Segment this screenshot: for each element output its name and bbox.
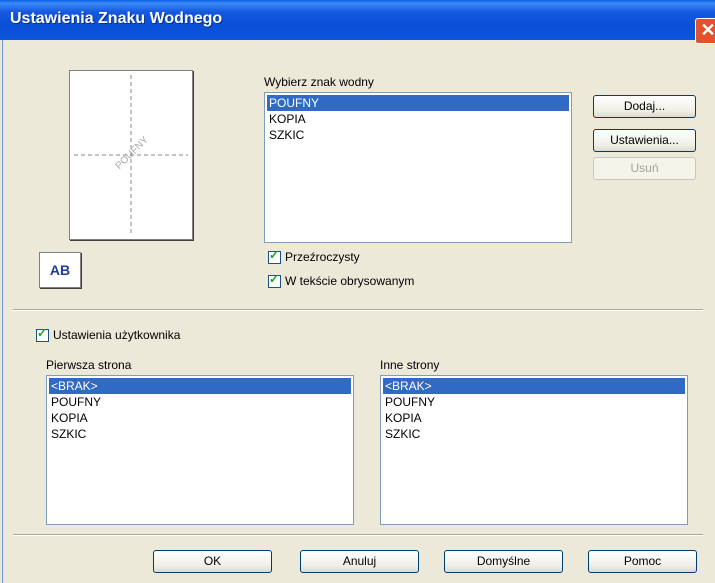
preview-canvas: POUFNY [74, 75, 188, 235]
help-button[interactable]: Pomoc [588, 550, 697, 573]
divider [13, 309, 703, 311]
checkbox-box[interactable]: ✓ [36, 326, 49, 342]
first-page-listbox[interactable]: <BRAK> POUFNY KOPIA SZKIC [46, 375, 354, 525]
list-item[interactable]: POUFNY [381, 394, 687, 410]
watermark-list-label: Wybierz znak wodny [264, 75, 374, 89]
watermark-preview: POUFNY [69, 70, 193, 240]
list-item[interactable]: SZKIC [47, 426, 353, 442]
check-mark-icon: ✓ [37, 326, 48, 340]
list-item[interactable]: KOPIA [265, 111, 571, 127]
list-item[interactable]: SZKIC [265, 127, 571, 143]
preview-watermark-text: POUFNY [114, 134, 151, 171]
list-item[interactable]: KOPIA [381, 410, 687, 426]
checkbox-box[interactable]: ✓ [268, 248, 281, 264]
custom-settings-checkbox[interactable]: ✓ Ustawienia użytkownika [36, 326, 181, 342]
text-style-icon: AB [39, 252, 81, 288]
transparent-checkbox[interactable]: ✓ Przeźroczysty [268, 248, 360, 264]
other-pages-listbox[interactable]: <BRAK> POUFNY KOPIA SZKIC [380, 375, 688, 525]
ok-button[interactable]: OK [153, 550, 272, 573]
list-item[interactable]: POUFNY [47, 394, 353, 410]
footer-divider [13, 534, 703, 536]
cancel-button[interactable]: Anuluj [300, 550, 419, 573]
other-pages-label: Inne strony [380, 358, 440, 372]
settings-button[interactable]: Ustawienia... [593, 129, 696, 152]
transparent-label: Przeźroczysty [285, 250, 360, 264]
watermark-listbox[interactable]: POUFNY KOPIA SZKIC [264, 92, 572, 243]
list-item[interactable]: <BRAK> [49, 378, 351, 394]
check-mark-icon: ✓ [269, 272, 280, 286]
checkbox-box[interactable]: ✓ [268, 272, 281, 288]
add-button[interactable]: Dodaj... [593, 95, 696, 118]
default-button[interactable]: Domyślne [444, 550, 563, 573]
outline-label: W tekście obrysowanym [285, 274, 415, 288]
title-bar[interactable]: Ustawienia Znaku Wodnego ✕ [0, 0, 715, 44]
check-mark-icon: ✓ [269, 248, 280, 262]
list-item[interactable]: <BRAK> [383, 378, 685, 394]
delete-button[interactable]: Usuń [593, 157, 696, 180]
outline-checkbox[interactable]: ✓ W tekście obrysowanym [268, 272, 415, 288]
custom-settings-label: Ustawienia użytkownika [53, 328, 181, 342]
list-item[interactable]: KOPIA [47, 410, 353, 426]
list-item[interactable]: SZKIC [381, 426, 687, 442]
window-title: Ustawienia Znaku Wodnego [10, 10, 223, 27]
watermark-settings-dialog: Ustawienia Znaku Wodnego ✕ POUFNY AB Wyb… [0, 0, 715, 583]
first-page-label: Pierwsza strona [46, 358, 132, 372]
list-item[interactable]: POUFNY [267, 95, 569, 111]
